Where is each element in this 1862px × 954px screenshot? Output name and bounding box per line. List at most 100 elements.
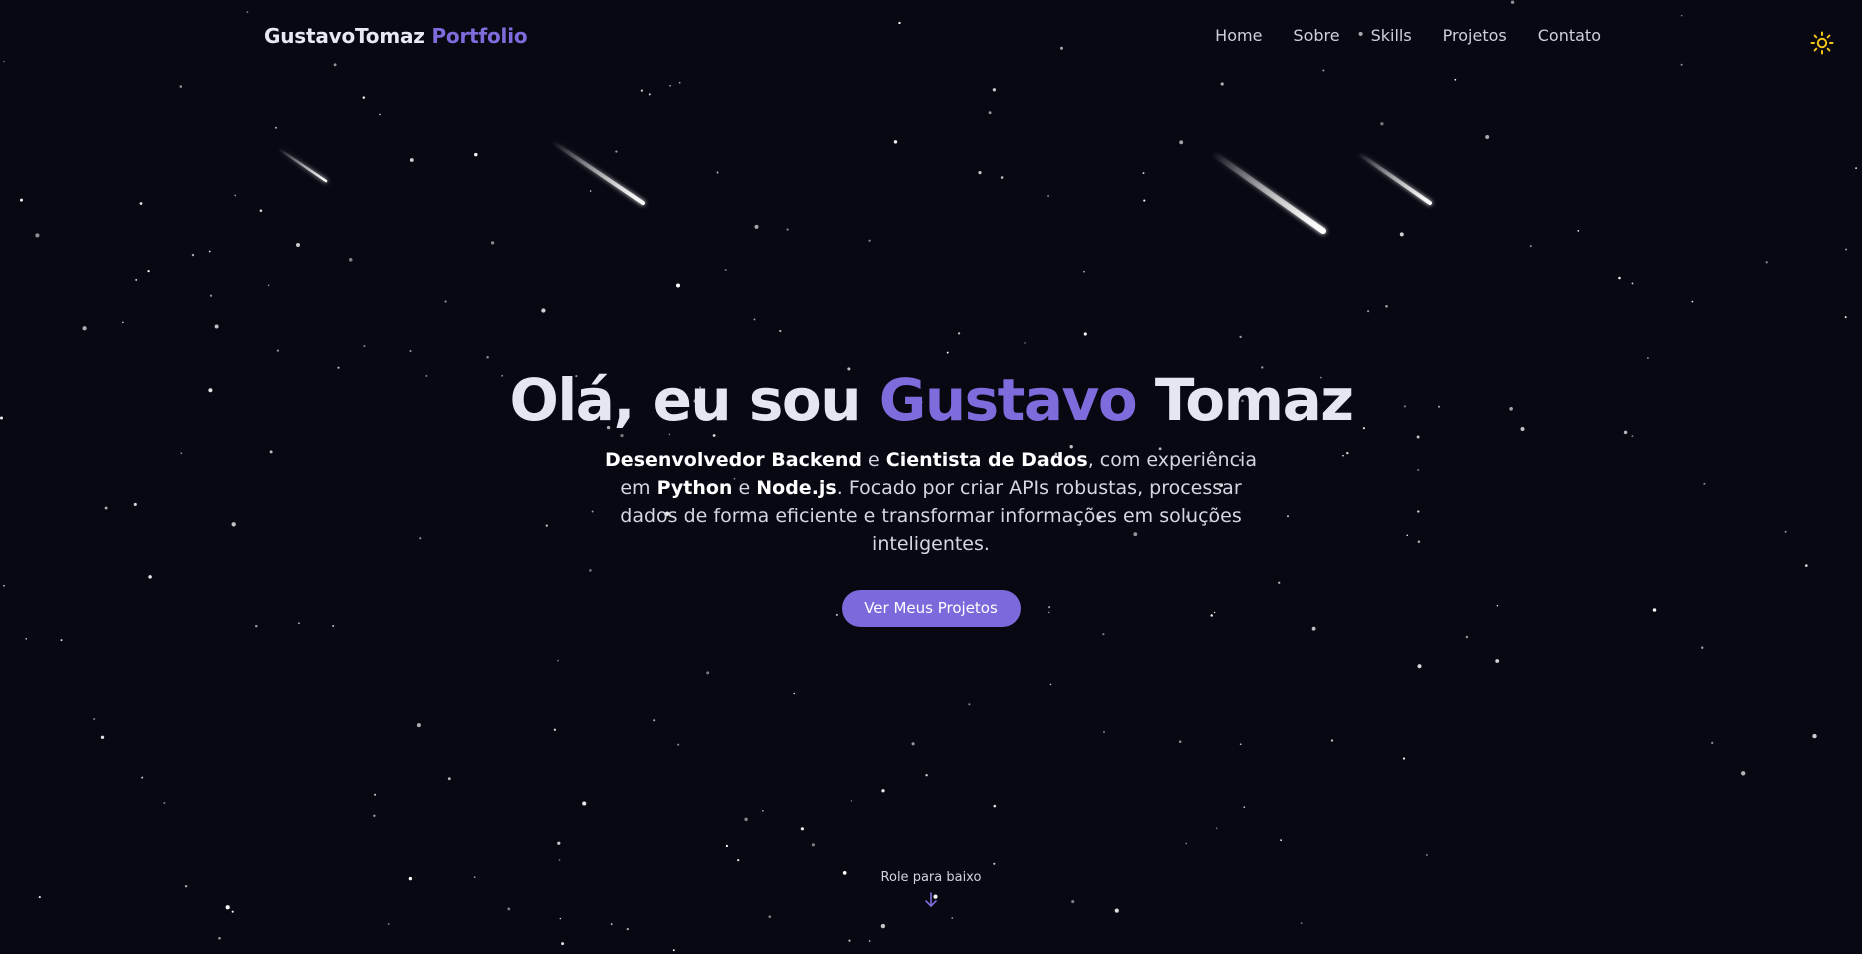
star: [1700, 646, 1704, 649]
tech-python: Python: [656, 477, 733, 499]
star: [988, 111, 992, 115]
star: [706, 671, 710, 675]
brand-name: GustavoTomaz: [264, 24, 425, 48]
star: [648, 93, 651, 96]
star: [946, 351, 949, 354]
star: [925, 774, 928, 777]
star: [139, 202, 143, 205]
star: [1000, 176, 1004, 179]
star: [724, 268, 727, 272]
star: [1114, 908, 1119, 913]
hero-title: Olá, eu sou Gustavo Tomaz: [0, 360, 1862, 440]
star: [1280, 839, 1282, 842]
tech-nodejs: Node.js: [756, 477, 837, 499]
navbar: GustavoTomaz Portfolio Home Sobre Skills…: [0, 0, 1862, 74]
star: [362, 96, 366, 99]
nav-link-contato[interactable]: Contato: [1538, 26, 1601, 45]
star: [231, 910, 234, 913]
star: [373, 814, 376, 817]
star: [589, 190, 592, 192]
nav-link-home[interactable]: Home: [1215, 26, 1262, 45]
star: [678, 81, 681, 84]
shooting-star: [1210, 150, 1326, 234]
star: [653, 719, 656, 722]
star: [1812, 733, 1817, 739]
star: [768, 915, 772, 918]
star: [993, 862, 996, 865]
star: [374, 793, 377, 796]
star: [957, 332, 961, 335]
star: [737, 858, 740, 862]
star: [1741, 771, 1746, 776]
star: [1417, 664, 1422, 669]
brand-logo[interactable]: GustavoTomaz Portfolio: [264, 24, 528, 48]
star: [968, 703, 971, 706]
star: [762, 810, 764, 812]
nav-link-sobre[interactable]: Sobre: [1293, 26, 1339, 45]
star: [209, 294, 213, 297]
star: [793, 692, 795, 695]
star: [1399, 232, 1404, 237]
star: [1402, 757, 1406, 760]
view-projects-button[interactable]: Ver Meus Projetos: [841, 590, 1021, 627]
star: [444, 300, 447, 303]
star: [1691, 300, 1694, 303]
star: [744, 817, 748, 822]
star: [122, 321, 124, 324]
star: [1179, 140, 1184, 145]
sun-icon: [1810, 31, 1834, 55]
hero-description: Desenvolvedor Backend e Cientista de Dad…: [605, 449, 1257, 555]
theme-toggle-button[interactable]: [1810, 31, 1834, 55]
star: [716, 171, 719, 174]
star: [1385, 305, 1388, 308]
star: [274, 126, 277, 129]
star: [1103, 731, 1105, 733]
star: [558, 859, 561, 861]
star: [100, 735, 105, 740]
star: [409, 349, 412, 353]
star: [135, 278, 138, 281]
star: [1529, 245, 1532, 248]
star: [1300, 922, 1303, 924]
role-backend: Desenvolvedor Backend: [605, 449, 862, 471]
star: [582, 801, 587, 806]
star: [992, 88, 997, 92]
star: [35, 233, 40, 238]
star: [1330, 739, 1334, 742]
star: [25, 638, 27, 640]
hero-greeting: Olá, eu sou: [509, 366, 862, 434]
star: [20, 198, 23, 202]
star: [850, 800, 853, 802]
star: [1465, 635, 1469, 639]
star: [1367, 310, 1370, 313]
star: [234, 194, 237, 197]
star: [296, 243, 300, 247]
star: [993, 804, 997, 808]
star: [163, 801, 166, 805]
star: [1220, 82, 1224, 86]
star: [848, 939, 851, 942]
star: [610, 923, 613, 926]
scroll-hint[interactable]: Role para baixo: [0, 870, 1862, 909]
star: [811, 843, 816, 847]
star: [669, 84, 671, 87]
star: [267, 284, 270, 286]
star: [1083, 332, 1087, 336]
star: [147, 269, 150, 273]
star: [490, 241, 495, 245]
star: [214, 324, 219, 329]
star: [276, 349, 280, 352]
star: [615, 150, 618, 153]
star: [447, 777, 451, 781]
star: [561, 942, 565, 946]
nav-link-projetos[interactable]: Projetos: [1443, 26, 1507, 45]
star: [978, 171, 982, 175]
star: [786, 228, 789, 231]
star: [1618, 276, 1621, 280]
star: [868, 239, 871, 242]
star: [387, 922, 390, 925]
star: [553, 728, 557, 731]
star: [779, 329, 782, 333]
nav-link-skills[interactable]: Skills: [1371, 26, 1412, 45]
role-data-scientist: Cientista de Dados: [885, 449, 1088, 471]
